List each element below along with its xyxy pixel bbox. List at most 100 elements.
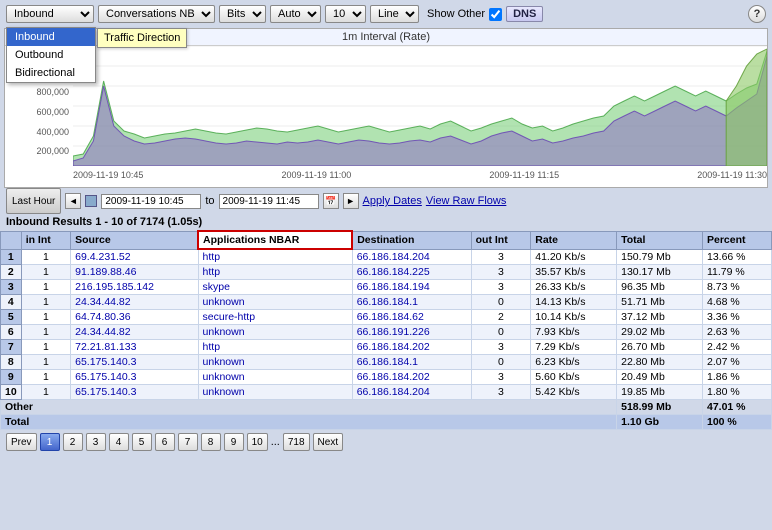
col-out-int[interactable]: out Int xyxy=(471,231,531,249)
cell-app: http xyxy=(198,265,352,280)
cell-rate: 6.23 Kb/s xyxy=(531,355,617,370)
cell-source: 69.4.231.52 xyxy=(71,249,198,265)
cell-total: 20.49 Mb xyxy=(617,370,703,385)
cell-source: 72.21.81.133 xyxy=(71,340,198,355)
cell-total: 26.70 Mb xyxy=(617,340,703,355)
col-total[interactable]: Total xyxy=(617,231,703,249)
y-label-3: 600,000 xyxy=(7,107,71,117)
to-time-input[interactable] xyxy=(219,194,319,209)
from-time-input[interactable] xyxy=(101,194,201,209)
cell-percent: 2.42 % xyxy=(702,340,771,355)
page-5-button[interactable]: 5 xyxy=(132,433,152,451)
other-percent: 47.01 % xyxy=(702,400,771,415)
page-2-button[interactable]: 2 xyxy=(63,433,83,451)
col-source[interactable]: Source xyxy=(71,231,198,249)
x-label-3: 2009-11-19 11:30 xyxy=(697,170,767,180)
page-6-button[interactable]: 6 xyxy=(155,433,175,451)
cell-source: 24.34.44.82 xyxy=(71,325,198,340)
cell-dest: 66.186.184.1 xyxy=(352,295,471,310)
pagination-bar: Prev 1 2 3 4 5 6 7 8 9 10 ... 718 Next xyxy=(0,430,772,454)
x-label-0: 2009-11-19 10:45 xyxy=(73,170,143,180)
table-row: 4 1 24.34.44.82 unknown 66.186.184.1 0 1… xyxy=(1,295,772,310)
cell-rate: 7.93 Kb/s xyxy=(531,325,617,340)
next-nav-button[interactable]: ► xyxy=(343,193,359,209)
cell-rate: 41.20 Kb/s xyxy=(531,249,617,265)
line-select[interactable]: Line xyxy=(370,5,419,23)
conversations-select[interactable]: Conversations NB xyxy=(98,5,215,23)
view-raw-flows-link[interactable]: View Raw Flows xyxy=(426,195,507,207)
page-9-button[interactable]: 9 xyxy=(224,433,244,451)
cell-total: 51.71 Mb xyxy=(617,295,703,310)
cell-source: 91.189.88.46 xyxy=(71,265,198,280)
cell-total: 96.35 Mb xyxy=(617,280,703,295)
show-other-label: Show Other xyxy=(427,8,485,20)
cell-percent: 3.36 % xyxy=(702,310,771,325)
other-total: 518.99 Mb xyxy=(617,400,703,415)
prev-page-button[interactable]: Prev xyxy=(6,433,37,451)
page-3-button[interactable]: 3 xyxy=(86,433,106,451)
cell-out-int: 3 xyxy=(471,340,531,355)
cell-rate: 5.42 Kb/s xyxy=(531,385,617,400)
cell-source: 65.175.140.3 xyxy=(71,355,198,370)
cell-in-int: 1 xyxy=(21,295,70,310)
ten-select[interactable]: 10 xyxy=(325,5,366,23)
dropdown-item-outbound[interactable]: Outbound xyxy=(7,46,95,64)
cell-app: unknown xyxy=(198,385,352,400)
chart-svg xyxy=(73,46,767,166)
ellipsis: ... xyxy=(271,436,280,448)
direction-select[interactable]: Inbound Outbound Bidirectional xyxy=(6,5,94,23)
col-percent[interactable]: Percent xyxy=(702,231,771,249)
page-718-button[interactable]: 718 xyxy=(283,433,310,451)
cell-percent: 2.63 % xyxy=(702,325,771,340)
total-percent: 100 % xyxy=(702,415,771,430)
col-in-int[interactable]: in Int xyxy=(21,231,70,249)
calendar-icon[interactable]: 📅 xyxy=(323,193,339,209)
cell-in-int: 1 xyxy=(21,385,70,400)
dns-button[interactable]: DNS xyxy=(506,6,543,22)
page-4-button[interactable]: 4 xyxy=(109,433,129,451)
col-app-nbar[interactable]: Applications NBAR xyxy=(198,231,352,249)
cell-dest: 66.186.184.204 xyxy=(352,249,471,265)
cell-rate: 5.60 Kb/s xyxy=(531,370,617,385)
table-container: in Int Source Applications NBAR Destinat… xyxy=(0,230,772,430)
dropdown-item-bidirectional[interactable]: Bidirectional xyxy=(7,64,95,82)
cell-out-int: 3 xyxy=(471,385,531,400)
other-label: Other xyxy=(1,400,617,415)
cell-num: 10 xyxy=(1,385,22,400)
table-row: 2 1 91.189.88.46 http 66.186.184.225 3 3… xyxy=(1,265,772,280)
apply-dates-link[interactable]: Apply Dates xyxy=(363,195,422,207)
direction-dropdown-container: Inbound Outbound Bidirectional Inbound O… xyxy=(6,5,94,23)
cell-rate: 14.13 Kb/s xyxy=(531,295,617,310)
cell-dest: 66.186.184.202 xyxy=(352,370,471,385)
dropdown-item-inbound[interactable]: Inbound xyxy=(7,28,95,46)
table-row: 5 1 64.74.80.36 secure-http 66.186.184.6… xyxy=(1,310,772,325)
total-label: Total xyxy=(1,415,617,430)
page-10-button[interactable]: 10 xyxy=(247,433,268,451)
direction-tooltip: Traffic Direction xyxy=(97,28,187,48)
auto-select[interactable]: Auto xyxy=(270,5,321,23)
page-8-button[interactable]: 8 xyxy=(201,433,221,451)
cell-app: skype xyxy=(198,280,352,295)
to-label: to xyxy=(205,195,214,207)
cell-num: 1 xyxy=(1,249,22,265)
show-other-checkbox[interactable] xyxy=(489,8,502,21)
prev-nav-button[interactable]: ◄ xyxy=(65,193,81,209)
cell-total: 130.17 Mb xyxy=(617,265,703,280)
next-page-button[interactable]: Next xyxy=(313,433,344,451)
cell-rate: 35.57 Kb/s xyxy=(531,265,617,280)
cell-percent: 8.73 % xyxy=(702,280,771,295)
cell-app: unknown xyxy=(198,355,352,370)
page-1-button[interactable]: 1 xyxy=(40,433,60,451)
chart-container: 1m Interval (Rate) 1,200,000 1,000,000 8… xyxy=(4,28,768,188)
col-destination[interactable]: Destination xyxy=(352,231,471,249)
page-7-button[interactable]: 7 xyxy=(178,433,198,451)
col-rate[interactable]: Rate xyxy=(531,231,617,249)
cell-rate: 26.33 Kb/s xyxy=(531,280,617,295)
bits-select[interactable]: Bits xyxy=(219,5,266,23)
help-button[interactable]: ? xyxy=(748,5,766,23)
y-label-4: 400,000 xyxy=(7,127,71,137)
cell-in-int: 1 xyxy=(21,340,70,355)
chart-plot xyxy=(73,46,767,166)
time-icon xyxy=(85,195,97,207)
last-hour-button[interactable]: Last Hour xyxy=(6,188,61,214)
